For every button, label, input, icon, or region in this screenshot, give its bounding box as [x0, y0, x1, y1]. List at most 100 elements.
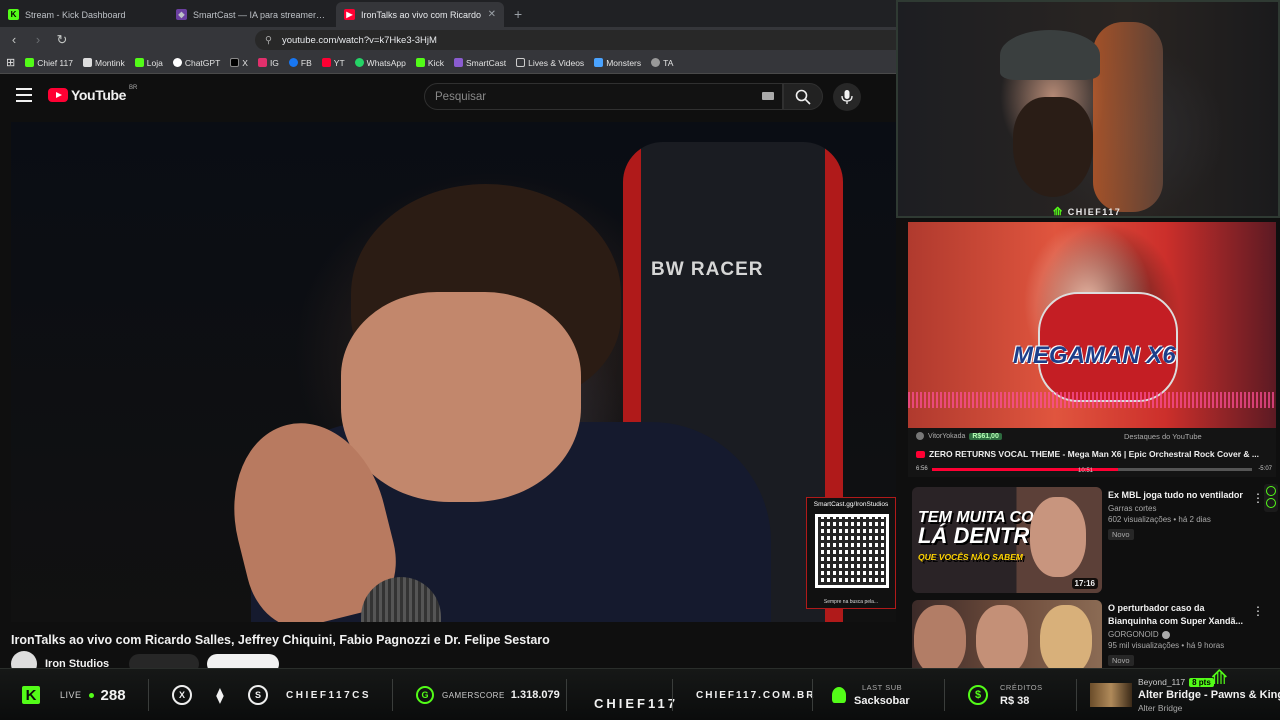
facebook-icon: [288, 58, 298, 67]
featured-title: ZERO RETURNS VOCAL THEME - Mega Man X6 |…: [929, 449, 1260, 459]
bookmark-label: Lives & Videos: [528, 57, 585, 68]
bookmark-ig[interactable]: IG: [257, 58, 279, 68]
more-options-icon[interactable]: ⋮: [1252, 604, 1264, 618]
streamer-beard: [1013, 97, 1093, 197]
youtube-header: YouTube BR Pesquisar: [0, 74, 896, 120]
bookmark-montink[interactable]: Montink: [82, 57, 125, 68]
smartcast-icon: [453, 58, 463, 67]
address-bar[interactable]: ⚲ youtube.com/watch?v=k7Hke3-3HjM: [255, 30, 896, 50]
chair-brand-text: BW RACER: [651, 259, 764, 280]
recommendation-title[interactable]: O perturbador caso da Bianquinha com Sup…: [1108, 602, 1248, 628]
reload-icon[interactable]: ↻: [52, 32, 72, 48]
bookmark-smartcast[interactable]: SmartCast: [453, 58, 506, 68]
voice-search-button[interactable]: [833, 83, 861, 111]
youtube-icon: [916, 450, 925, 458]
logo-text: YouTube: [71, 87, 127, 103]
keyboard-icon[interactable]: [762, 92, 774, 100]
bookmarks-bar: ⊞ Chief 117 Montink Loja ChatGPT X IG FB…: [0, 52, 896, 74]
close-icon[interactable]: [1266, 486, 1276, 496]
close-tab-icon[interactable]: ✕: [488, 9, 496, 20]
dollar-icon: $: [968, 685, 988, 705]
divider: [148, 679, 149, 711]
thumbnail-face: [976, 605, 1028, 675]
credits-label: CRÉDITOS: [1000, 683, 1043, 692]
bookmark-label: Loja: [146, 57, 163, 68]
kick-icon: K: [8, 9, 19, 20]
audio-waveform: [908, 392, 1276, 408]
bookmark-chatgpt[interactable]: ChatGPT: [172, 57, 221, 68]
chatgpt-icon: [172, 58, 182, 67]
kick-icon: [415, 58, 425, 67]
thumbnail-text: LÁ DENTRO: [918, 523, 1047, 548]
donor-avatar: [916, 432, 924, 440]
bookmark-ta[interactable]: TA: [651, 58, 673, 68]
recommendation-thumbnail[interactable]: TEM MUITA COISA LÁ DENTRO QUE VOCÊS NÃO …: [912, 487, 1102, 593]
verified-icon: [1161, 630, 1170, 639]
forward-icon[interactable]: ›: [28, 32, 48, 47]
recommendation-item[interactable]: TEM MUITA COISA LÁ DENTRO QUE VOCÊS NÃO …: [912, 487, 1276, 595]
new-badge: Novo: [1108, 529, 1134, 540]
music-points: 8 pts: [1189, 678, 1214, 687]
viewer-count: 288: [100, 686, 126, 704]
featured-donor: VitorYokada R$61,00: [916, 432, 1002, 440]
loja-icon: [134, 58, 144, 67]
browser-nav-bar: ‹ › ↻ ☐ ⚲ youtube.com/watch?v=k7Hke3-3Hj…: [0, 27, 896, 52]
tab-youtube-video[interactable]: ▶ IronTalks ao vivo com Ricardo ✕: [336, 2, 504, 27]
last-sub-label: LAST SUB: [862, 683, 903, 692]
microphone-icon: [841, 90, 853, 104]
folder-icon: [516, 58, 526, 67]
bookmark-lives-videos[interactable]: Lives & Videos: [516, 58, 584, 68]
gamerscore-segment: G GAMERSCORE 1.318.079: [416, 669, 560, 720]
bookmark-yt[interactable]: YT: [321, 58, 345, 68]
tab-kick-dashboard[interactable]: K Stream - Kick Dashboard: [0, 2, 168, 27]
recommendation-meta: 95 mil visualizações • há 9 horas: [1108, 641, 1225, 650]
user-icon: [832, 687, 846, 703]
video-player[interactable]: BW RACER SmartCast.gg/IronStudios Sempre…: [11, 122, 896, 622]
extension-side-buttons[interactable]: [1264, 484, 1278, 512]
extension-icon[interactable]: [1266, 498, 1276, 508]
featured-video-card[interactable]: MEGAMAN X6 VitorYokada R$61,00 Destaques…: [908, 222, 1276, 477]
last-sub-segment: LAST SUB Sacksobar: [832, 669, 910, 720]
divider: [566, 679, 567, 711]
tab-smartcast[interactable]: ◆ SmartCast — IA para streamers e pod: [168, 2, 336, 27]
brand-name: CHIEF117: [594, 695, 678, 711]
youtube-icon: ▶: [344, 9, 355, 20]
video-duration: 17:16: [1071, 578, 1098, 589]
more-options-icon[interactable]: ⋮: [1252, 491, 1264, 505]
url-text: youtube.com/watch?v=k7Hke3-3HjM: [281, 34, 437, 46]
x-icon: [230, 58, 240, 67]
music-artist: Alter Bridge: [1138, 703, 1183, 713]
search-placeholder: Pesquisar: [435, 90, 487, 103]
apps-icon[interactable]: ⊞: [6, 56, 15, 69]
bookmark-whatsapp[interactable]: WhatsApp: [354, 58, 406, 68]
country-code: BR: [129, 85, 138, 91]
bookmark-label: X: [242, 57, 248, 68]
bookmark-chief117[interactable]: Chief 117: [25, 58, 73, 68]
qr-caption-top: SmartCast.gg/IronStudios: [813, 501, 889, 508]
stream-overlay-bar: K LIVE 288 X ⧫ S CHIEF117CS G GAMERSCORE…: [0, 667, 1280, 720]
recommendation-title[interactable]: Ex MBL joga tudo no ventilador: [1108, 489, 1248, 502]
divider: [1076, 679, 1077, 711]
bookmark-kick[interactable]: Kick: [415, 58, 444, 68]
bookmark-fb[interactable]: FB: [288, 58, 312, 68]
featured-art-text: MEGAMAN X6: [1013, 342, 1176, 369]
site-segment: CHIEF117.COM.BR: [696, 669, 815, 720]
bookmark-label: ChatGPT: [184, 57, 221, 68]
bookmark-label: Montink: [94, 57, 125, 68]
search-input[interactable]: Pesquisar: [424, 83, 783, 110]
site-info-icon[interactable]: ⚲: [265, 35, 272, 46]
featured-title-row: ZERO RETURNS VOCAL THEME - Mega Man X6 |…: [916, 449, 1272, 459]
thumbnail-face: [914, 605, 966, 675]
bookmark-loja[interactable]: Loja: [134, 57, 163, 68]
menu-icon[interactable]: [16, 88, 32, 102]
back-icon[interactable]: ‹: [4, 32, 24, 47]
bookmark-monsters[interactable]: Monsters: [594, 58, 641, 68]
youtube-logo[interactable]: YouTube BR: [48, 85, 138, 103]
webcam-tag-text: CHIEF117: [1067, 206, 1122, 217]
divider: [812, 679, 813, 711]
bookmark-x[interactable]: X: [230, 58, 248, 68]
new-tab-button[interactable]: +: [504, 6, 532, 27]
search-button[interactable]: [783, 83, 823, 110]
tab-label: IronTalks ao vivo com Ricardo: [361, 9, 482, 20]
channel-name: Garras cortes: [1108, 504, 1157, 513]
